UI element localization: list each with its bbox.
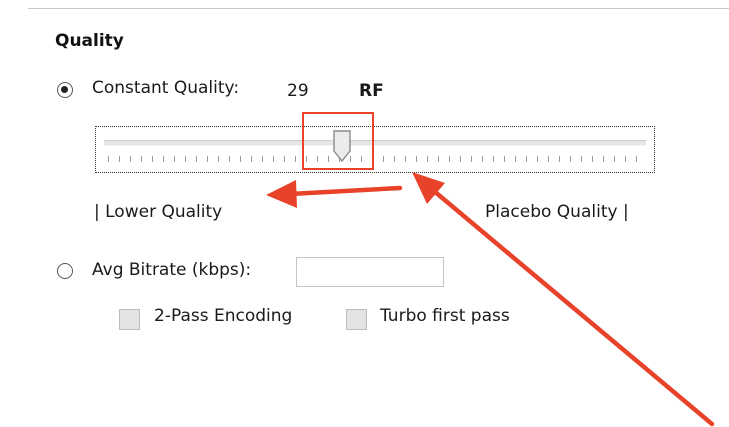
left-arrow <box>266 180 403 208</box>
diagonal-arrow <box>412 172 715 427</box>
annotation-arrows <box>266 172 715 427</box>
video-quality-panel: Quality Constant Quality: 29 RF | Lower … <box>0 0 729 427</box>
